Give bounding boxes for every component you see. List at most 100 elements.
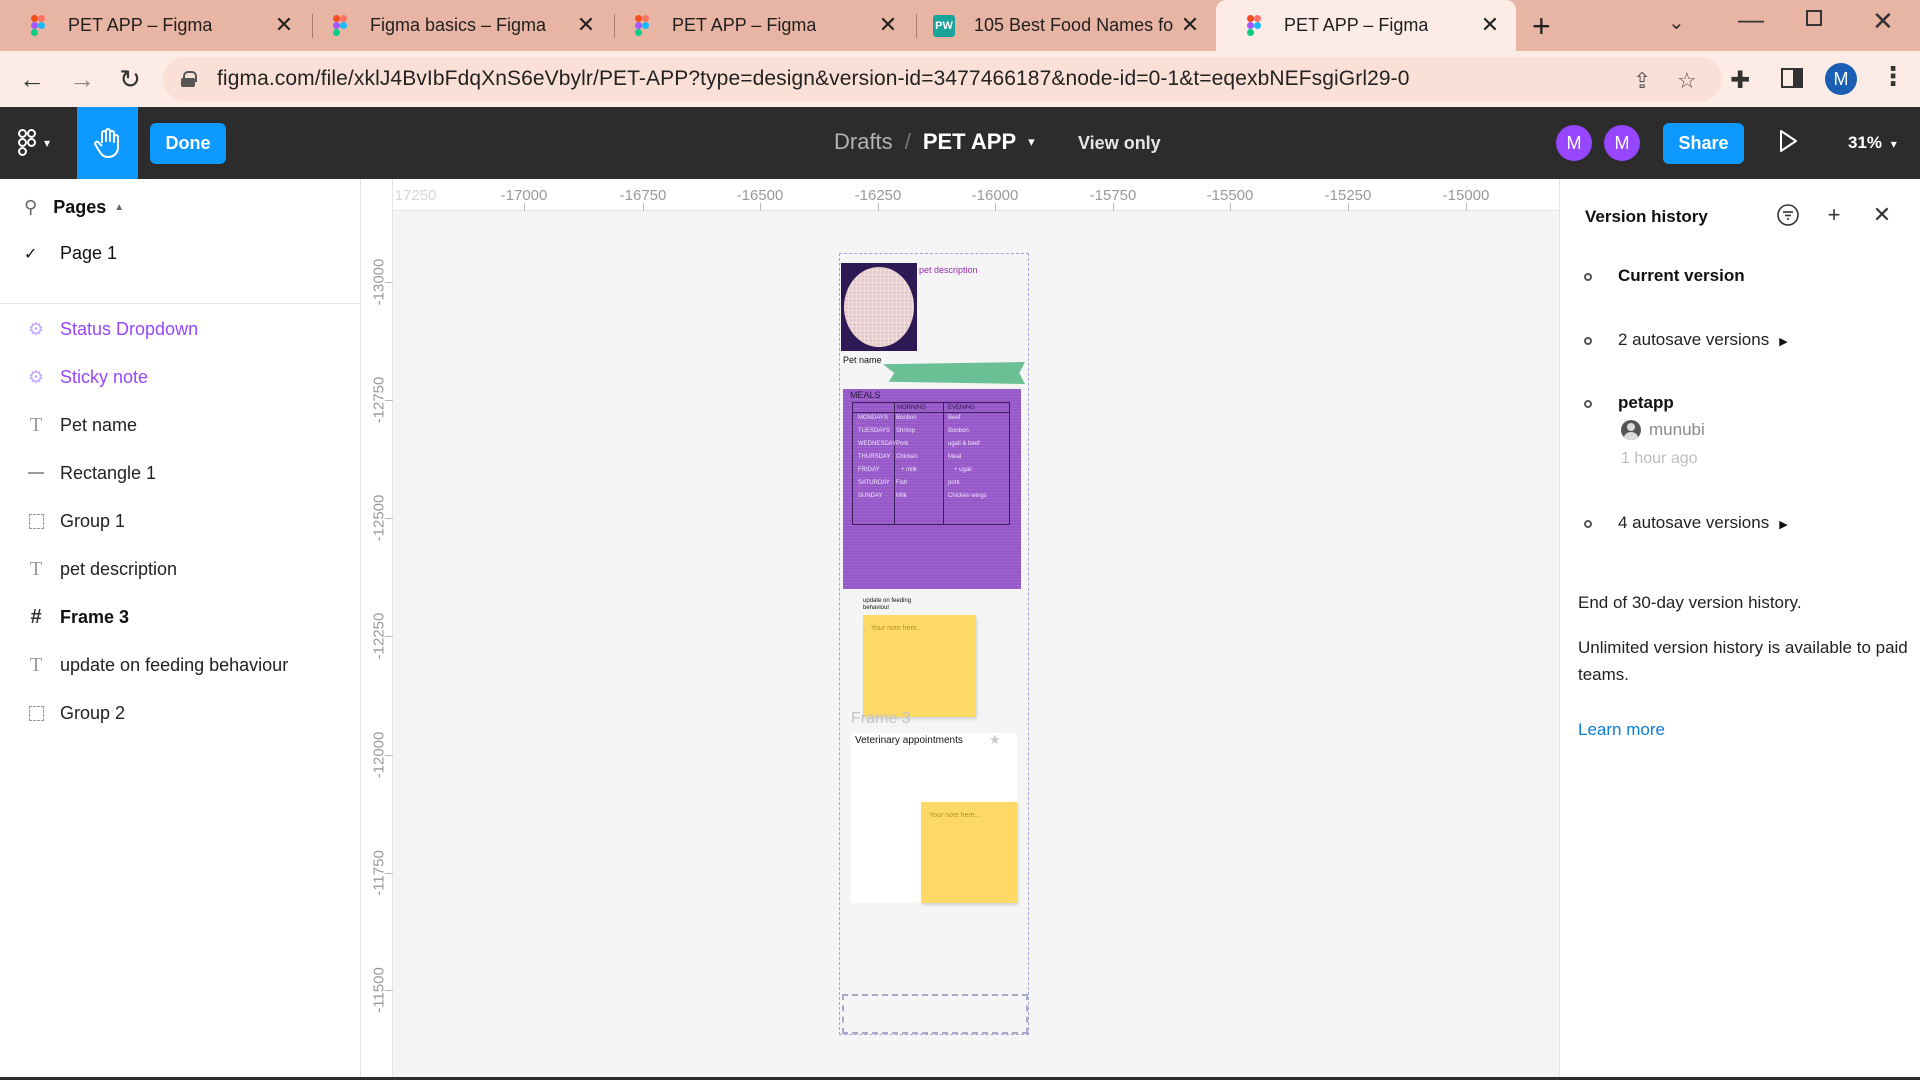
browser-tab-active[interactable]: PET APP – Figma ✕ — [1216, 0, 1516, 51]
profile-avatar[interactable]: M — [1825, 63, 1857, 95]
table-cell: + milk — [901, 467, 917, 473]
window-close-icon[interactable]: ✕ — [1872, 6, 1894, 37]
table-cell: Bonbon — [896, 415, 917, 421]
layer-item-status-dropdown[interactable]: ⚙ Status Dropdown — [24, 314, 198, 344]
pet-name-banner[interactable] — [883, 362, 1025, 384]
layer-item-group-2[interactable]: Group 2 — [24, 698, 125, 728]
panel-divider — [0, 303, 361, 304]
file-name[interactable]: PET APP — [923, 129, 1016, 155]
pet-description-text[interactable]: pet description — [919, 265, 978, 275]
layer-item-sticky-note[interactable]: ⚙ Sticky note — [24, 362, 148, 392]
component-instance-icon: ⚙ — [27, 366, 45, 387]
table-cell: Meat — [948, 454, 962, 460]
chevron-down-icon[interactable]: ▾ — [1028, 134, 1035, 150]
bookmark-star-icon[interactable]: ☆ — [1677, 68, 1697, 94]
close-icon[interactable]: ✕ — [1868, 201, 1896, 229]
extensions-icon[interactable]: ✚ — [1730, 66, 1750, 95]
more-menu-icon[interactable]: ⋮ — [1880, 61, 1906, 92]
table-cell: Beef — [948, 415, 961, 421]
reload-icon[interactable]: ↻ — [114, 63, 146, 95]
group-layer-icon — [24, 513, 48, 529]
table-cell: SATURDAY — [858, 480, 890, 486]
lock-icon — [181, 71, 197, 87]
figma-icon — [1246, 14, 1262, 37]
pet-photo[interactable] — [841, 263, 917, 351]
table-cell: Pork — [896, 441, 909, 447]
tab-label: Figma basics – Figma — [370, 15, 547, 35]
collaborator-avatar[interactable]: M — [1604, 125, 1640, 161]
status-dropdown-placeholder[interactable] — [842, 994, 1028, 1034]
present-play-icon[interactable] — [1778, 129, 1802, 157]
ruler-tick — [385, 873, 393, 874]
search-icon[interactable]: ⚲ — [24, 197, 37, 218]
chevron-down-icon: ▾ — [1890, 137, 1897, 151]
layer-item-frame-3[interactable]: # Frame 3 — [24, 602, 129, 632]
layer-item-rectangle-1[interactable]: Rectangle 1 — [24, 458, 156, 488]
frame-label[interactable]: Frame 3 — [851, 710, 911, 728]
close-icon[interactable]: ✕ — [876, 12, 900, 38]
table-cell: Fish — [896, 480, 908, 486]
browser-tab[interactable]: PET APP – Figma ✕ — [0, 0, 310, 51]
share-button[interactable]: Share — [1663, 123, 1744, 164]
table-cell: THURSDAY — [858, 454, 891, 460]
version-autosave-group[interactable]: 2 autosave versions ▶ — [1618, 330, 1788, 350]
layer-item-group-1[interactable]: Group 1 — [24, 506, 125, 536]
share-page-icon[interactable]: ⇪ — [1633, 68, 1651, 94]
close-icon[interactable]: ✕ — [272, 12, 296, 38]
ruler-tick — [385, 636, 393, 637]
sidepanel-icon[interactable] — [1781, 68, 1803, 88]
close-icon[interactable]: ✕ — [1178, 12, 1202, 38]
filter-icon[interactable] — [1774, 201, 1802, 229]
feeding-behaviour-text[interactable]: update on feeding behaviour — [863, 598, 923, 612]
check-icon: ✓ — [24, 245, 38, 263]
page-item[interactable]: ✓ Page 1 — [24, 243, 117, 264]
add-version-icon[interactable]: + — [1820, 201, 1848, 229]
learn-more-link[interactable]: Learn more — [1578, 720, 1665, 740]
caret-right-icon: ▶ — [1779, 336, 1788, 348]
close-icon[interactable]: ✕ — [574, 12, 598, 38]
table-cell: TUESDAYS — [858, 428, 890, 434]
ruler-label: -15750 — [1089, 187, 1137, 204]
panel-title: Version history — [1585, 207, 1708, 226]
ruler-tick — [385, 990, 393, 991]
zoom-dropdown[interactable]: 31% ▾ — [1848, 133, 1897, 153]
page-label: Page 1 — [60, 243, 118, 263]
pw-icon: PW — [933, 14, 955, 37]
version-named[interactable]: petapp — [1618, 393, 1674, 413]
breadcrumb-drafts[interactable]: Drafts — [834, 129, 893, 155]
minimize-icon[interactable]: — — [1738, 4, 1764, 35]
collaborator-avatar[interactable]: M — [1556, 125, 1592, 161]
browser-address-bar: ← → ↻ figma.com/file/xklJ4BvIbFdqXnS6eVb… — [0, 51, 1920, 107]
figma-logo-icon — [18, 129, 36, 157]
sticky-note[interactable]: Your note here... — [863, 615, 976, 717]
vet-appointments-title: Veterinary appointments — [855, 735, 963, 746]
browser-tab[interactable]: PET APP – Figma ✕ — [604, 0, 914, 51]
version-autosave-group[interactable]: 4 autosave versions ▶ — [1618, 513, 1788, 533]
back-icon[interactable]: ← — [16, 63, 48, 95]
design-canvas[interactable]: -17250 -17000 -16750 -16500 -16250 -1600… — [361, 179, 1559, 1080]
browser-tab[interactable]: PW 105 Best Food Names for ✕ — [906, 0, 1216, 51]
layer-item-feeding-behaviour[interactable]: T update on feeding behaviour — [24, 650, 288, 680]
browser-tab[interactable]: Figma basics – Figma ✕ — [302, 0, 612, 51]
close-icon[interactable]: ✕ — [1478, 12, 1502, 38]
hand-tool-button[interactable] — [77, 107, 138, 179]
main-menu-button[interactable]: ▾ — [18, 129, 50, 157]
pet-name-text[interactable]: Pet name — [843, 355, 882, 365]
new-tab-icon[interactable]: + — [1532, 8, 1551, 45]
meals-table: MORNING EVENING MONDAYS Bonbon Beef TUES… — [852, 402, 1010, 525]
version-current[interactable]: Current version — [1618, 266, 1745, 286]
horizontal-ruler: -17250 -17000 -16750 -16500 -16250 -1600… — [361, 179, 1559, 211]
pages-header[interactable]: ⚲ Pages ▲ — [24, 197, 124, 218]
sticky-note[interactable]: Your note here... — [921, 802, 1017, 903]
layer-item-pet-description[interactable]: T pet description — [24, 554, 177, 584]
url-field[interactable]: figma.com/file/xklJ4BvIbFdqXnS6eVbylr/PE… — [163, 57, 1722, 101]
tab-search-icon[interactable]: ⌄ — [1668, 10, 1685, 35]
ruler-label: -16750 — [619, 187, 667, 204]
restore-icon[interactable] — [1806, 10, 1822, 26]
ruler-label: -16250 — [854, 187, 902, 204]
forward-icon[interactable]: → — [66, 63, 98, 95]
layer-item-pet-name[interactable]: T Pet name — [24, 410, 137, 440]
tab-label: PET APP – Figma — [672, 15, 817, 35]
done-button[interactable]: Done — [150, 123, 226, 164]
tab-label: 105 Best Food Names for — [974, 15, 1174, 35]
